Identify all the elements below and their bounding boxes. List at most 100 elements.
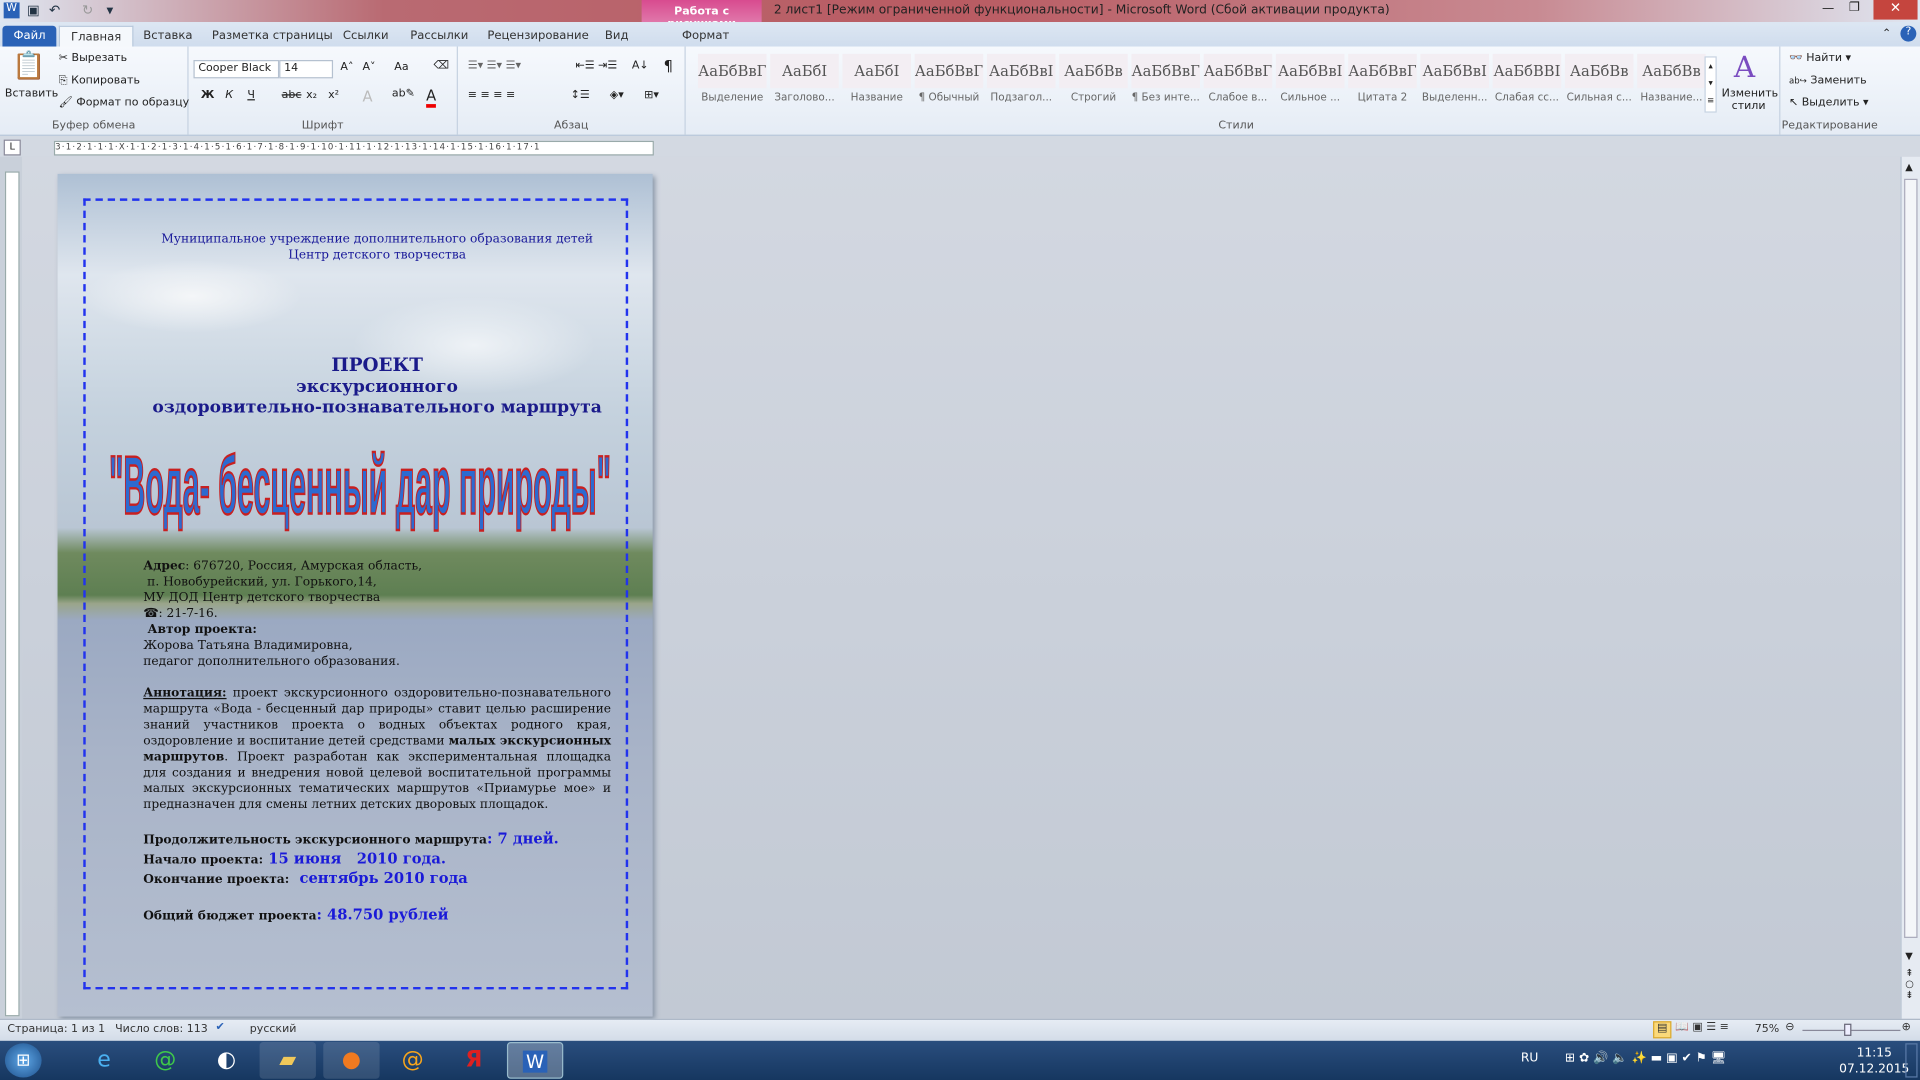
line-spacing-icon[interactable]: ↕☰ xyxy=(571,89,590,101)
tab-references[interactable]: Ссылки xyxy=(332,26,400,48)
zoom-slider[interactable] xyxy=(1802,1029,1901,1032)
undo-icon[interactable]: ↶ xyxy=(49,2,65,18)
font-name-select[interactable]: Cooper Black xyxy=(193,60,280,79)
select-button[interactable]: ↖ Выделить ▾ xyxy=(1789,97,1869,109)
grow-font-button[interactable]: A˄ xyxy=(340,61,353,73)
tab-insert[interactable]: Вставка xyxy=(132,26,203,48)
style-item[interactable]: АаБбI Название xyxy=(842,53,912,110)
font-color-icon[interactable]: A xyxy=(426,87,437,108)
zoom-in-icon[interactable]: ⊕ xyxy=(1902,1021,1911,1033)
close-button[interactable]: ✕ xyxy=(1873,0,1918,20)
change-styles-button[interactable]: Изменить стили xyxy=(1722,88,1778,112)
org-line-1: Муниципальное учреждение дополнительного… xyxy=(161,232,594,247)
yandex-icon[interactable]: Я xyxy=(446,1042,502,1079)
mail-agent-icon[interactable]: @ xyxy=(384,1042,440,1079)
tab-review[interactable]: Рецензирование xyxy=(476,26,599,48)
vertical-ruler[interactable] xyxy=(4,171,20,1017)
clock[interactable]: 11:15 07.12.2015 xyxy=(1839,1046,1909,1078)
style-item[interactable]: АаБбВвГ ¶ Обычный xyxy=(914,53,984,110)
minimize-button[interactable]: — xyxy=(1822,2,1834,15)
tab-file[interactable]: Файл xyxy=(2,25,57,48)
italic-button[interactable]: К xyxy=(225,89,233,101)
indent-icons[interactable]: ⇤☰ ⇥☰ xyxy=(576,60,618,72)
tab-home[interactable]: Главная xyxy=(58,25,134,48)
save-icon[interactable]: ▣ xyxy=(27,2,43,18)
tab-selector[interactable]: L xyxy=(3,139,21,156)
word-taskbar-icon[interactable]: W xyxy=(506,1042,564,1079)
style-item[interactable]: АаБбВв Строгий xyxy=(1059,53,1128,110)
show-desktop-button[interactable] xyxy=(1905,1043,1918,1078)
horizontal-ruler[interactable]: 3·1·2·1·1·1·X·1·1·2·1·3·1·4·1·5·1·6·1·7·… xyxy=(53,140,654,156)
word-count[interactable]: Число слов: 113 xyxy=(115,1024,208,1036)
firefox-icon[interactable]: ● xyxy=(323,1042,380,1079)
font-size-select[interactable]: 14 xyxy=(279,60,334,79)
style-item[interactable]: АаБбВвI Подзагол... xyxy=(986,53,1056,110)
underline-button[interactable]: Ч xyxy=(247,89,255,101)
styles-scroll[interactable]: ▴ ▾ ≡ xyxy=(1704,56,1717,113)
icq-icon[interactable]: @ xyxy=(137,1042,193,1079)
style-item[interactable]: АаБбВвГ Слабое в... xyxy=(1203,53,1273,110)
explorer-icon[interactable]: ▰ xyxy=(259,1042,316,1079)
redo-icon[interactable]: ↻ xyxy=(82,2,98,18)
print-layout-icon[interactable]: ▤ xyxy=(1653,1021,1672,1039)
superscript-button[interactable]: x² xyxy=(328,89,339,101)
clear-formatting-icon[interactable]: ⌫ xyxy=(433,60,449,72)
shading-icon[interactable]: ◈▾ xyxy=(610,89,624,101)
cut-button[interactable]: ✂ Вырезать xyxy=(59,53,127,65)
style-item[interactable]: АаБбВвГ Цитата 2 xyxy=(1348,53,1417,110)
media-player-icon[interactable]: ◐ xyxy=(198,1042,254,1079)
style-item[interactable]: АаБбВв Название... xyxy=(1637,53,1706,110)
end-label: Окончание проекта: xyxy=(143,873,290,887)
minimize-ribbon-icon[interactable]: ⌃ xyxy=(1882,28,1891,40)
page-count[interactable]: Страница: 1 из 1 xyxy=(7,1024,105,1036)
strikethrough-button[interactable]: abc xyxy=(282,89,302,101)
shrink-font-button[interactable]: A˅ xyxy=(362,61,375,73)
proofing-icon[interactable]: ✔ xyxy=(216,1021,225,1033)
style-item[interactable]: АаБбВвІ Сильное ... xyxy=(1275,53,1345,110)
bullets-icon[interactable]: ☰▾ ☰▾ ☰▾ xyxy=(468,60,521,72)
tab-view[interactable]: Вид xyxy=(594,26,640,48)
tray-icons[interactable]: ⊞ ✿ 🔊 🔈 ✨ ▬ ▣ ✔ ⚑ 🖥 xyxy=(1565,1052,1726,1065)
pilcrow-icon[interactable]: ¶ xyxy=(664,58,673,75)
vertical-scrollbar[interactable]: ▲ ▼ ⇞ ○ ⇟ xyxy=(1900,156,1920,1019)
language-indicator[interactable]: RU xyxy=(1521,1052,1538,1065)
scrollbar-thumb[interactable] xyxy=(1904,178,1918,938)
browse-object-icons[interactable]: ⇞ ○ ⇟ xyxy=(1905,967,1914,1000)
zoom-out-icon[interactable]: ⊖ xyxy=(1785,1021,1794,1033)
scroll-down-icon[interactable]: ▼ xyxy=(1905,950,1913,961)
replace-label: Заменить xyxy=(1810,74,1867,87)
style-item[interactable]: АаБбВВІ Слабая сс... xyxy=(1492,53,1562,110)
scroll-up-icon[interactable]: ▲ xyxy=(1905,162,1913,173)
align-icons[interactable]: ≡ ≡ ≡ ≡ xyxy=(468,89,515,101)
sort-icon[interactable]: А↓ xyxy=(632,60,649,72)
tab-page-layout[interactable]: Разметка страницы xyxy=(201,26,344,48)
view-mode-icons[interactable]: 📖 ▣ ☰ ≡ xyxy=(1675,1021,1729,1033)
paste-button[interactable]: Вставить xyxy=(5,88,58,100)
style-item[interactable]: АаБбВвГ ¶ Без инте... xyxy=(1131,53,1201,110)
paste-icon[interactable]: 📋 xyxy=(12,51,46,82)
internet-explorer-icon[interactable]: e xyxy=(76,1042,132,1079)
format-painter-button[interactable]: 🖌 Формат по образцу xyxy=(59,97,189,109)
tab-mailings[interactable]: Рассылки xyxy=(399,26,479,48)
find-button[interactable]: 👓 Найти ▾ xyxy=(1789,53,1851,65)
tab-format[interactable]: Формат xyxy=(671,26,740,48)
style-item[interactable]: АаБбВвІ Выделенн... xyxy=(1420,53,1489,110)
replace-button[interactable]: ab↪ Заменить xyxy=(1789,75,1867,87)
style-item[interactable]: АаБбВв Сильная с... xyxy=(1564,53,1634,110)
zoom-level[interactable]: 75% xyxy=(1755,1024,1780,1036)
style-item[interactable]: АаБбI Заголово... xyxy=(770,53,839,110)
customize-quick-access-icon[interactable]: ▾ xyxy=(107,2,123,18)
maximize-button[interactable]: ❐ xyxy=(1849,1,1860,14)
borders-icon[interactable]: ⊞▾ xyxy=(644,89,659,101)
highlight-icon[interactable]: ab✎ xyxy=(392,88,415,100)
copy-button[interactable]: ⎘ Копировать xyxy=(59,75,140,87)
subscript-button[interactable]: x₂ xyxy=(306,89,317,101)
change-case-button[interactable]: Aa xyxy=(394,61,408,73)
zoom-slider-thumb[interactable] xyxy=(1844,1023,1852,1036)
start-button[interactable]: ⊞ xyxy=(4,1043,42,1078)
help-icon[interactable]: ? xyxy=(1900,25,1917,42)
language[interactable]: русский xyxy=(250,1024,297,1036)
style-item[interactable]: АаБбВвГ Выделение xyxy=(697,53,767,110)
text-effects-icon[interactable]: A xyxy=(362,88,372,105)
bold-button[interactable]: Ж xyxy=(201,89,215,101)
